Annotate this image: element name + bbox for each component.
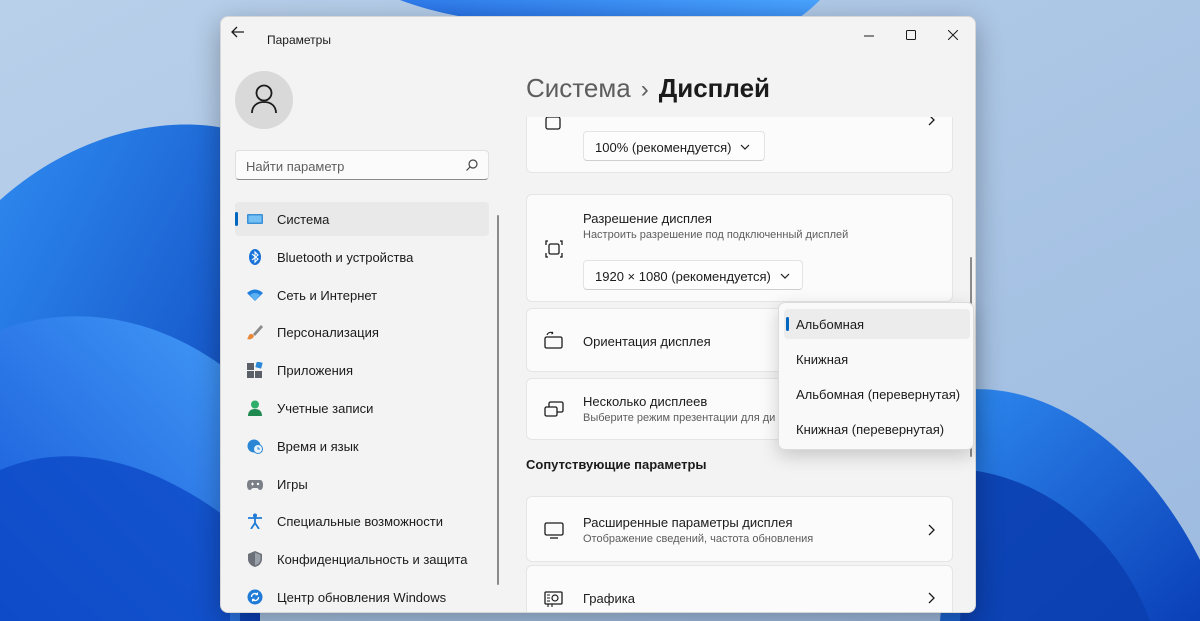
resolution-subtitle: Настроить разрешение под подключенный ди… (583, 229, 849, 241)
menu-item-label: Альбомная (796, 317, 865, 332)
sidebar-item-label: Bluetooth и устройства (277, 249, 414, 265)
orientation-option-portrait[interactable]: Книжная (784, 344, 970, 374)
arrow-left-icon (231, 26, 244, 38)
user-avatar[interactable] (235, 71, 293, 129)
sidebar-item-personalization[interactable]: Персонализация (235, 315, 489, 349)
apps-icon (247, 362, 263, 379)
chevron-down-icon (780, 273, 790, 279)
sidebar-item-privacy[interactable]: Конфиденциальность и защита (235, 542, 489, 576)
sidebar-item-label: Персонализация (277, 325, 379, 341)
brush-icon (247, 325, 263, 340)
close-button[interactable] (935, 21, 971, 49)
resolution-card: Разрешение дисплея Настроить разрешение … (526, 194, 953, 302)
scale-card[interactable]: 100% (рекомендуется) (526, 117, 953, 173)
close-icon (948, 30, 958, 40)
person-icon (248, 400, 262, 416)
back-button[interactable] (231, 25, 253, 43)
sidebar-item-bluetooth[interactable]: Bluetooth и устройства (235, 240, 489, 274)
sidebar-item-label: Конфиденциальность и защита (277, 552, 468, 568)
search-box[interactable] (235, 150, 489, 180)
sidebar-item-accessibility[interactable]: Специальные возможности (235, 504, 489, 538)
user-icon (251, 84, 277, 114)
search-input[interactable] (246, 158, 456, 174)
sidebar-item-accounts[interactable]: Учетные записи (235, 391, 489, 425)
scale-icon (545, 117, 561, 130)
sidebar-item-label: Игры (277, 476, 308, 492)
maximize-icon (906, 30, 916, 40)
sidebar-item-label: Приложения (277, 363, 354, 379)
sidebar-item-label: Центр обновления Windows (277, 589, 447, 605)
orientation-icon (544, 331, 563, 349)
related-settings-heading: Сопутствующие параметры (526, 457, 707, 472)
monitor-icon (247, 214, 263, 224)
gamepad-icon (247, 479, 263, 490)
sidebar-item-system[interactable]: Система (235, 202, 489, 236)
breadcrumb-separator: › (640, 76, 649, 103)
orientation-option-portrait-flipped[interactable]: Книжная (перевернутая) (784, 414, 970, 444)
sidebar-item-apps[interactable]: Приложения (235, 353, 489, 387)
menu-item-label: Книжная (796, 352, 849, 367)
orientation-menu: Альбомная Книжная Альбомная (перевернута… (778, 302, 974, 450)
graphics-card-icon (544, 591, 563, 607)
scale-dropdown-value: 100% (рекомендуется) (595, 140, 732, 155)
search-icon[interactable] (466, 159, 478, 171)
minimize-icon (864, 35, 874, 37)
breadcrumb: Система › Дисплей (526, 73, 770, 104)
bluetooth-icon (249, 248, 261, 265)
wifi-icon (247, 289, 263, 301)
sidebar-item-label: Специальные возможности (277, 514, 443, 530)
graphics-card[interactable]: Графика (526, 565, 953, 612)
app-title: Параметры (267, 33, 331, 47)
orientation-option-landscape[interactable]: Альбомная (784, 309, 970, 339)
advanced-display-subtitle: Отображение сведений, частота обновления (583, 533, 814, 545)
maximize-button[interactable] (893, 21, 929, 49)
chevron-down-icon (740, 144, 750, 150)
sidebar-item-label: Время и язык (277, 438, 359, 454)
orientation-option-landscape-flipped[interactable]: Альбомная (перевернутая) (784, 379, 970, 409)
multi-display-title: Несколько дисплеев (583, 394, 708, 409)
resolution-dropdown[interactable]: 1920 × 1080 (рекомендуется) (583, 260, 803, 290)
breadcrumb-parent[interactable]: Система (526, 73, 631, 103)
title-bar: Параметры (221, 17, 975, 49)
sidebar-item-gaming[interactable]: Игры (235, 467, 489, 501)
multi-display-subtitle: Выберите режим презентации для ди (583, 412, 776, 424)
sidebar-item-label: Сеть и Интернет (277, 287, 378, 303)
resolution-icon (545, 240, 563, 258)
sidebar-item-network[interactable]: Сеть и Интернет (235, 278, 489, 312)
sidebar-item-windows-update[interactable]: Центр обновления Windows (235, 580, 489, 612)
sidebar-item-label: Учетные записи (277, 400, 374, 416)
multiple-displays-icon (544, 401, 564, 417)
scale-dropdown[interactable]: 100% (рекомендуется) (583, 131, 765, 161)
resolution-title: Разрешение дисплея (583, 211, 712, 226)
sidebar-nav: Система Bluetooth и устройства Сеть и Ин… (235, 202, 489, 612)
chevron-right-icon (928, 524, 935, 536)
sidebar-scrollbar[interactable] (497, 215, 499, 585)
accessibility-icon (248, 513, 262, 530)
orientation-title: Ориентация дисплея (583, 334, 711, 349)
resolution-dropdown-value: 1920 × 1080 (рекомендуется) (595, 269, 771, 284)
chevron-right-icon (928, 117, 935, 126)
sidebar-item-label: Система (277, 212, 330, 227)
globe-clock-icon (247, 439, 263, 454)
page-title: Дисплей (658, 73, 771, 103)
minimize-button[interactable] (851, 21, 887, 49)
shield-icon (248, 551, 262, 568)
advanced-display-card[interactable]: Расширенные параметры дисплея Отображени… (526, 496, 953, 562)
update-icon (247, 589, 263, 605)
menu-item-label: Альбомная (перевернутая) (796, 387, 961, 402)
sidebar-item-time-language[interactable]: Время и язык (235, 429, 489, 463)
monitor-outline-icon (544, 522, 564, 539)
advanced-display-title: Расширенные параметры дисплея (583, 515, 793, 530)
chevron-right-icon (928, 592, 935, 604)
menu-item-label: Книжная (перевернутая) (796, 422, 945, 437)
graphics-title: Графика (583, 591, 635, 606)
